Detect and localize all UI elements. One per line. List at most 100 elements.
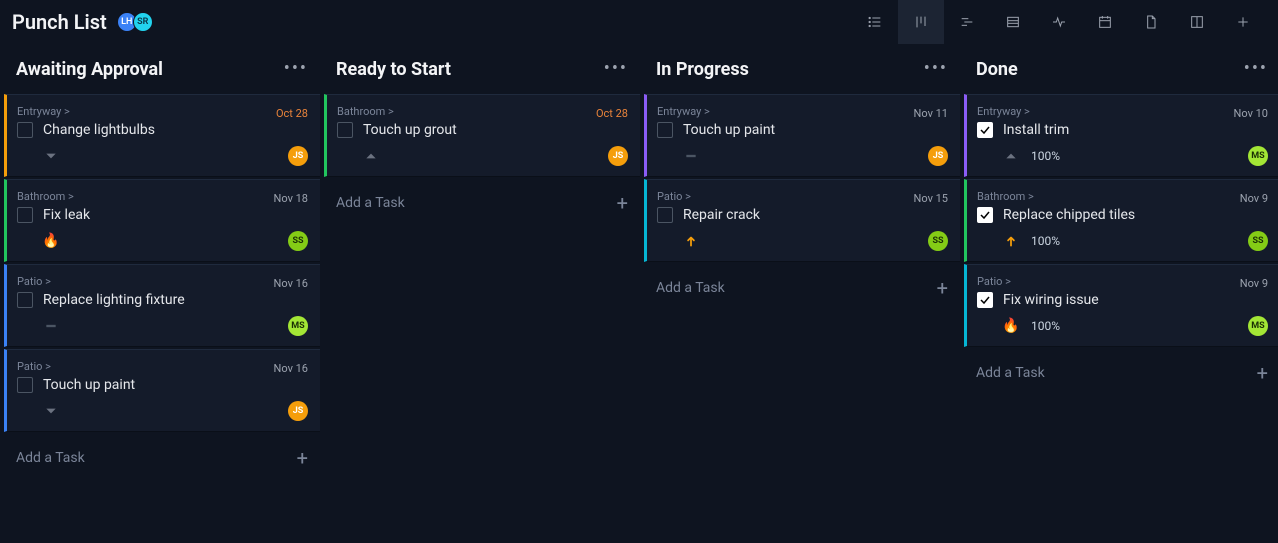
- priority-low-icon: [43, 148, 59, 164]
- assignee-avatar[interactable]: JS: [288, 146, 308, 166]
- priority-medium-icon: [1003, 148, 1019, 164]
- column-awaiting: Awaiting Approval•••Entryway >Change lig…: [4, 44, 320, 543]
- due-date: Nov 18: [274, 192, 308, 205]
- view-dashboard-button[interactable]: [1174, 0, 1220, 44]
- column-done: Done•••Entryway >Install trimNov 10100%M…: [964, 44, 1278, 543]
- add-task-button[interactable]: Add a Task +: [644, 264, 960, 312]
- view-table-button[interactable]: [990, 0, 1036, 44]
- task-title: Repair crack: [683, 207, 948, 223]
- add-task-button[interactable]: Add a Task+: [964, 349, 1278, 397]
- assignee-avatar[interactable]: MS: [1248, 316, 1268, 336]
- task-card[interactable]: Entryway >Install trimNov 10100%MS: [964, 94, 1278, 177]
- task-title: Replace lighting fixture: [43, 292, 308, 308]
- breadcrumb: Bathroom >: [977, 190, 1268, 203]
- view-add-button[interactable]: [1220, 0, 1266, 44]
- task-card[interactable]: Bathroom >Replace chipped tilesNov 9100%…: [964, 179, 1278, 262]
- task-card[interactable]: Patio > Replace lighting fixture Nov 16 MS: [4, 264, 320, 347]
- assignee-avatar[interactable]: MS: [1248, 146, 1268, 166]
- column-title: Awaiting Approval: [16, 59, 284, 80]
- task-title: Fix wiring issue: [1003, 292, 1268, 308]
- add-task-label: Add a Task: [336, 195, 405, 211]
- due-date: Oct 28: [596, 107, 628, 120]
- task-checkbox[interactable]: [977, 122, 993, 138]
- task-title: Touch up grout: [363, 122, 628, 138]
- page-title: Punch List: [12, 10, 107, 34]
- breadcrumb: Patio >: [17, 275, 308, 288]
- column-header: Done•••: [964, 44, 1278, 94]
- due-date: Nov 11: [914, 107, 948, 120]
- task-checkbox[interactable]: [977, 207, 993, 223]
- progress-percent: 100%: [1031, 319, 1060, 333]
- column-header: In Progress•••: [644, 44, 960, 94]
- task-checkbox[interactable]: [17, 122, 33, 138]
- progress-percent: 100%: [1031, 149, 1060, 163]
- top-bar: Punch List LHSR: [0, 0, 1278, 44]
- task-checkbox[interactable]: [977, 292, 993, 308]
- column-title: Done: [976, 59, 1244, 80]
- task-card[interactable]: Patio > Repair crack Nov 15 SS: [644, 179, 960, 262]
- task-card[interactable]: Bathroom > Touch up grout Oct 28 JS: [324, 94, 640, 177]
- task-checkbox[interactable]: [17, 377, 33, 393]
- view-timeline-button[interactable]: [944, 0, 990, 44]
- breadcrumb: Bathroom >: [337, 105, 628, 118]
- plus-icon: +: [617, 193, 628, 213]
- task-checkbox[interactable]: [337, 122, 353, 138]
- column-title: In Progress: [656, 59, 924, 80]
- breadcrumb: Bathroom >: [17, 190, 308, 203]
- task-card[interactable]: Bathroom >Fix leakNov 18🔥SS: [4, 179, 320, 262]
- priority-high-icon: [1003, 233, 1019, 249]
- view-board-button[interactable]: [898, 0, 944, 44]
- view-files-button[interactable]: [1128, 0, 1174, 44]
- task-title: Touch up paint: [683, 122, 948, 138]
- column-menu-button[interactable]: •••: [924, 60, 948, 78]
- task-checkbox[interactable]: [17, 207, 33, 223]
- priority-highest-icon: 🔥: [1003, 318, 1019, 334]
- breadcrumb: Patio >: [657, 190, 948, 203]
- due-date: Oct 28: [276, 107, 308, 120]
- task-title: Replace chipped tiles: [1003, 207, 1268, 223]
- assignee-avatar[interactable]: JS: [608, 146, 628, 166]
- add-task-label: Add a Task: [16, 450, 85, 466]
- column-header: Ready to Start•••: [324, 44, 640, 94]
- due-date: Nov 9: [1240, 192, 1268, 205]
- priority-lowest-icon: [683, 148, 699, 164]
- view-activity-button[interactable]: [1036, 0, 1082, 44]
- column-inprogress: In Progress•••Entryway >Touch up paintNo…: [644, 44, 960, 543]
- priority-medium-icon: [363, 148, 379, 164]
- view-calendar-button[interactable]: [1082, 0, 1128, 44]
- column-menu-button[interactable]: •••: [284, 60, 308, 78]
- due-date: Nov 16: [274, 362, 308, 375]
- breadcrumb: Entryway >: [977, 105, 1268, 118]
- due-date: Nov 16: [274, 277, 308, 290]
- add-task-label: Add a Task: [656, 280, 725, 296]
- assignee-avatar[interactable]: SS: [928, 231, 948, 251]
- task-checkbox[interactable]: [17, 292, 33, 308]
- assignee-avatar[interactable]: SS: [288, 231, 308, 251]
- plus-icon: +: [937, 278, 948, 298]
- column-menu-button[interactable]: •••: [604, 60, 628, 78]
- column-menu-button[interactable]: •••: [1244, 60, 1268, 78]
- due-date: Nov 15: [914, 192, 948, 205]
- view-switcher: [852, 0, 1266, 44]
- column-header: Awaiting Approval•••: [4, 44, 320, 94]
- task-card[interactable]: Entryway >Change lightbulbsOct 28JS: [4, 94, 320, 177]
- column-ready: Ready to Start••• Bathroom > Touch up grou…: [324, 44, 640, 543]
- task-card[interactable]: Patio >Touch up paintNov 16JS: [4, 349, 320, 432]
- task-card[interactable]: Patio > Fix wiring issue Nov 9 🔥 100% MS: [964, 264, 1278, 347]
- collaborator-avatar[interactable]: SR: [133, 12, 153, 32]
- add-task-button[interactable]: Add a Task +: [324, 179, 640, 227]
- task-checkbox[interactable]: [657, 207, 673, 223]
- due-date: Nov 10: [1234, 107, 1268, 120]
- assignee-avatar[interactable]: SS: [1248, 231, 1268, 251]
- assignee-avatar[interactable]: MS: [288, 316, 308, 336]
- view-list-button[interactable]: [852, 0, 898, 44]
- priority-lowest-icon: [43, 318, 59, 334]
- due-date: Nov 9: [1240, 277, 1268, 290]
- assignee-avatar[interactable]: JS: [928, 146, 948, 166]
- task-card[interactable]: Entryway >Touch up paintNov 11JS: [644, 94, 960, 177]
- breadcrumb: Patio >: [977, 275, 1268, 288]
- task-checkbox[interactable]: [657, 122, 673, 138]
- assignee-avatar[interactable]: JS: [288, 401, 308, 421]
- add-task-button[interactable]: Add a Task+: [4, 434, 320, 482]
- task-title: Fix leak: [43, 207, 308, 223]
